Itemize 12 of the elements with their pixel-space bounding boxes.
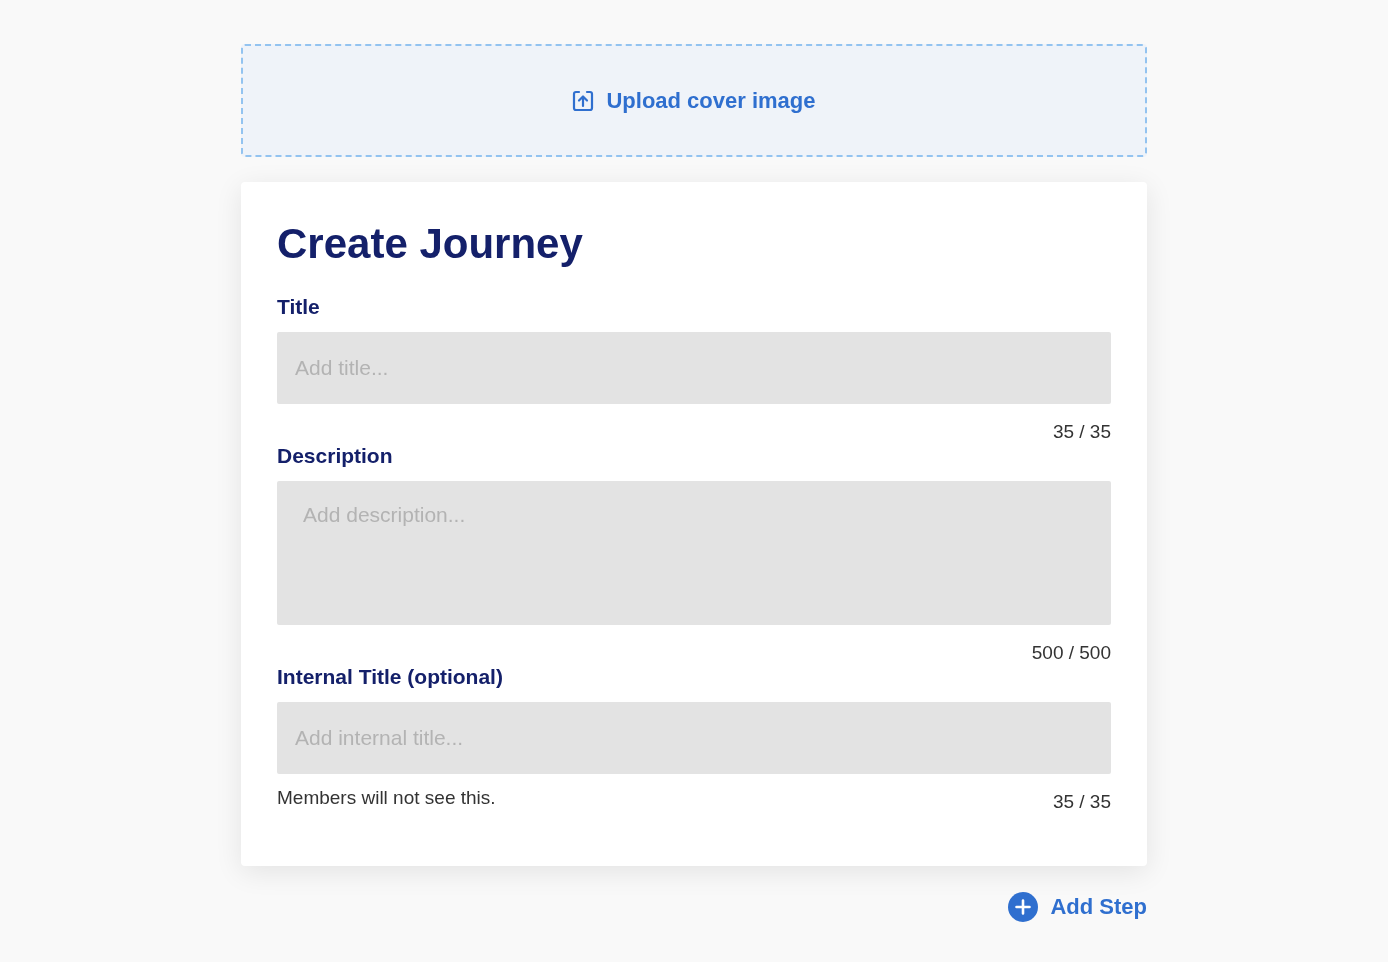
character-counter: 35 / 35: [1052, 420, 1111, 444]
form-heading: Create Journey: [277, 219, 584, 269]
upload-icon: [572, 89, 595, 112]
helper-text: Members will not see this.: [277, 786, 496, 810]
field-label: Description: [277, 444, 393, 468]
upload-cover-dropzone[interactable]: Upload cover image: [241, 44, 1147, 157]
add-step-button[interactable]: Add Step: [1008, 892, 1147, 922]
plus-circle-icon: [1008, 892, 1039, 922]
field-label: Internal Title (optional): [277, 665, 503, 689]
character-counter: 35 / 35: [1052, 790, 1111, 814]
character-counter: 500 / 500: [1031, 641, 1111, 665]
field-label: Title: [277, 295, 320, 319]
